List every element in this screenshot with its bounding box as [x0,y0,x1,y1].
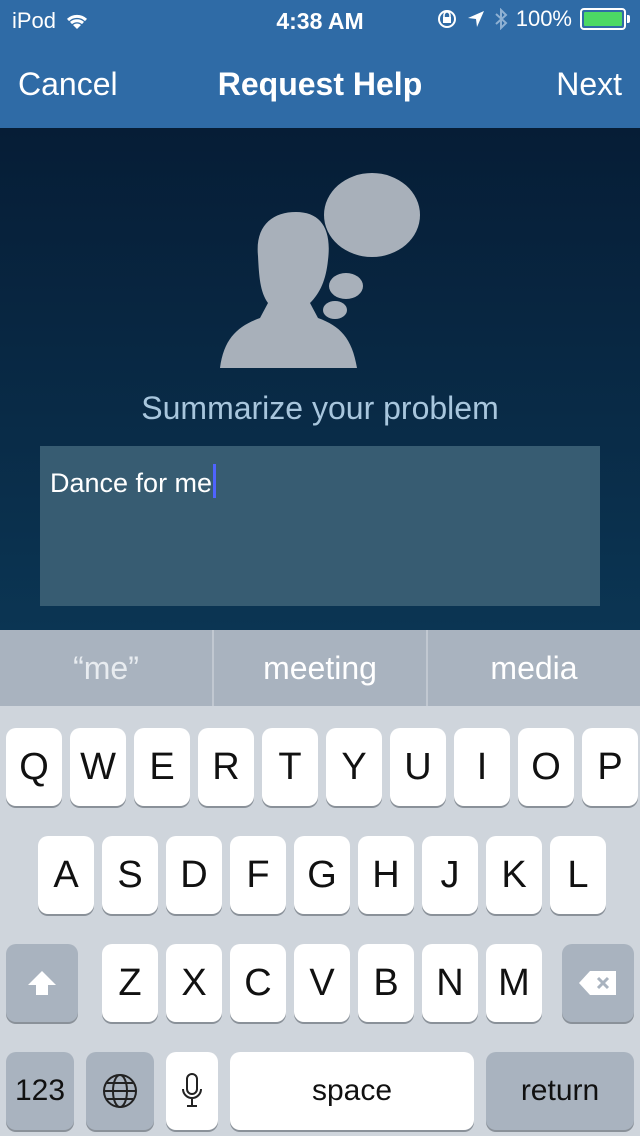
suggestion-2[interactable]: meeting [214,630,428,706]
key-g[interactable]: G [294,836,350,914]
key-o[interactable]: O [518,728,574,806]
globe-icon [103,1074,137,1108]
prompt-label: Summarize your problem [141,390,499,426]
key-e[interactable]: E [134,728,190,806]
textarea-value: Dance for me [50,468,213,498]
key-n[interactable]: N [422,944,478,1022]
next-button[interactable]: Next [556,66,622,103]
microphone-icon [182,1073,202,1107]
keyboard: “me” meeting media QWERTYUIOP ASDFGHJKL ZX… [0,630,640,1136]
key-p[interactable]: P [582,728,638,806]
key-q[interactable]: Q [6,728,62,806]
location-icon [467,11,484,27]
person-thinking-icon [220,173,420,368]
backspace-icon [579,971,616,995]
battery-icon [580,8,630,30]
key-f[interactable]: F [230,836,286,914]
battery-fill [584,12,622,26]
key-t[interactable]: T [262,728,318,806]
content-area: Summarize your problem Dance for me [0,128,640,630]
text-cursor [213,464,217,498]
key-v[interactable]: V [294,944,350,1022]
key-z[interactable]: Z [102,944,158,1022]
key-x[interactable]: X [166,944,222,1022]
numbers-key[interactable]: 123 [6,1052,74,1130]
backspace-key[interactable] [562,944,634,1022]
status-right: 100% [436,6,630,32]
key-s[interactable]: S [102,836,158,914]
key-u[interactable]: U [390,728,446,806]
status-bar: iPod 4:38 AM 100% [0,0,640,40]
key-b[interactable]: B [358,944,414,1022]
problem-summary-textarea[interactable]: Dance for me [40,446,600,606]
suggestion-bar: “me” meeting media [0,630,640,706]
key-d[interactable]: D [166,836,222,914]
cancel-button[interactable]: Cancel [18,66,118,103]
key-h[interactable]: H [358,836,414,914]
space-key[interactable]: space [230,1052,474,1130]
key-l[interactable]: L [550,836,606,914]
key-m[interactable]: M [486,944,542,1022]
key-c[interactable]: C [230,944,286,1022]
key-y[interactable]: Y [326,728,382,806]
bluetooth-icon [495,8,508,30]
return-key[interactable]: return [486,1052,634,1130]
battery-percent: 100% [515,6,572,31]
microphone-key[interactable] [166,1052,218,1130]
shift-icon [28,971,56,995]
suggestion-1[interactable]: “me” [0,630,214,706]
globe-key[interactable] [86,1052,154,1130]
navigation-bar: Cancel Request Help Next [0,40,640,128]
suggestion-3[interactable]: media [428,630,640,706]
shift-key[interactable] [6,944,78,1022]
key-a[interactable]: A [38,836,94,914]
key-j[interactable]: J [422,836,478,914]
key-k[interactable]: K [486,836,542,914]
key-r[interactable]: R [198,728,254,806]
key-i[interactable]: I [454,728,510,806]
key-w[interactable]: W [70,728,126,806]
top-bar: iPod 4:38 AM 100% Cancel Request Help Ne… [0,0,640,128]
rotation-lock-icon [437,10,456,28]
